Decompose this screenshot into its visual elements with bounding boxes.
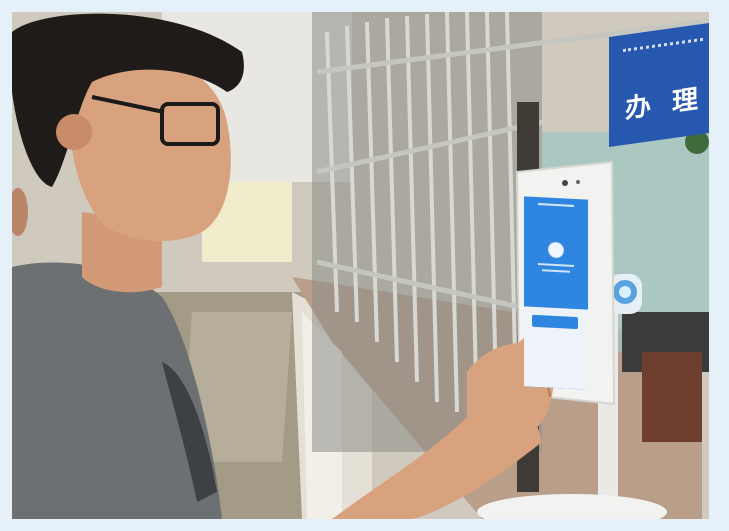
- kiosk-screen-text-line: [538, 263, 574, 267]
- kiosk-confirm-button[interactable]: [532, 314, 578, 330]
- kiosk-screen[interactable]: [524, 196, 588, 390]
- chair: [642, 352, 702, 442]
- photo-frame: 办 理: [12, 12, 709, 519]
- sign-decoration: [623, 37, 703, 63]
- kiosk-screen-text-line: [542, 269, 570, 273]
- user-avatar-icon: [548, 241, 564, 259]
- sign-text: 办 理: [625, 83, 705, 125]
- kiosk-screen-title-bar: [538, 203, 574, 207]
- ear: [56, 114, 92, 150]
- kiosk-camera-lens-inner: [619, 286, 631, 298]
- office-scene: [12, 12, 709, 519]
- kiosk-sensor: [562, 180, 568, 186]
- service-window-sign: 办 理: [609, 22, 709, 148]
- kiosk-sensor-2: [576, 180, 580, 184]
